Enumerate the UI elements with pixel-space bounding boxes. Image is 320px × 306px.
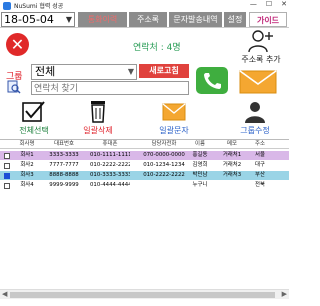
tab-call-history[interactable]: 통화이력	[78, 12, 127, 27]
chevron-down-icon: ▼	[65, 15, 72, 24]
table-cell: 회사3	[20, 172, 34, 178]
table-cell: 010-1234-1234	[143, 162, 185, 168]
contacts-table: 회사명 대표번호 휴대폰 담당자전화 이름 메모 주소 회사1 3333-3333…	[0, 139, 289, 279]
guide-button[interactable]: 가이드	[249, 12, 287, 27]
table-cell: 8888-8888	[49, 172, 79, 178]
mail-icon	[239, 70, 277, 94]
select-all-label: 전체선택	[19, 126, 49, 135]
tab-settings[interactable]: 설정	[224, 12, 246, 27]
column-header[interactable]: 대표번호	[45, 140, 83, 149]
contact-count: 연락처 : 4명	[133, 43, 181, 53]
table-row[interactable]: 회사3 8888-8888 010-3333-3333 010-2222-2222 박민…	[0, 171, 289, 180]
table-cell: 대구	[255, 162, 265, 168]
table-header: 회사명 대표번호 휴대폰 담당자전화 이름 메모 주소	[0, 140, 289, 149]
table-cell: 김영희	[192, 162, 208, 168]
tab-address-book[interactable]: 주소록	[129, 12, 167, 27]
table-cell: 거래처3	[222, 172, 242, 178]
table-cell: 홍길동	[192, 152, 208, 158]
send-sms-button[interactable]	[234, 68, 283, 95]
table-cell: 010-2222-2222	[90, 162, 130, 168]
column-header[interactable]: 메모	[220, 140, 244, 149]
window-controls: — ☐ ✕	[250, 0, 287, 8]
table-cell	[141, 181, 187, 190]
scroll-left-icon[interactable]: ◀	[2, 290, 7, 298]
table-cell: 서울	[255, 152, 265, 158]
select-all-button[interactable]: 전체선택	[14, 100, 54, 136]
table-cell: 010-4444-4444	[90, 182, 130, 188]
column-header[interactable]: 담당자전화	[141, 140, 187, 149]
table-cell: 010-3333-3333	[90, 172, 130, 178]
column-header[interactable]: 이름	[188, 140, 212, 149]
group-value: 전체	[35, 65, 56, 78]
scroll-right-icon[interactable]: ▶	[282, 290, 287, 298]
add-contact-button[interactable]: 주소록 추가	[234, 29, 288, 65]
window-titlebar: NuSumi 협력 성공 — ☐ ✕	[0, 0, 289, 11]
column-header[interactable]: 주소	[250, 140, 270, 149]
table-cell: 거래처1	[222, 152, 242, 158]
horizontal-scrollbar[interactable]: ◀ ▶	[0, 289, 289, 299]
row-checkbox[interactable]	[4, 183, 10, 189]
table-cell: 010-1111-1111	[90, 152, 130, 158]
edit-group-button[interactable]: 그룹수정	[235, 100, 275, 136]
checkbox-icon	[22, 101, 45, 122]
date-value: 18-05-04	[4, 13, 54, 26]
minimize-button[interactable]: —	[250, 0, 257, 8]
top-toolbar: 18-05-04 ▼ 통화이력 주소록 문자발송내역 설정 가이드	[0, 11, 289, 28]
table-cell: 9999-9999	[49, 182, 79, 188]
table-cell: 회사1	[20, 152, 34, 158]
tab-sms-history[interactable]: 문자발송내역	[169, 12, 222, 27]
table-cell: 거래처2	[222, 162, 242, 168]
table-cell	[220, 181, 244, 190]
column-header[interactable]: 휴대폰	[90, 140, 130, 149]
add-user-icon	[248, 30, 273, 53]
scrollbar-thumb[interactable]	[10, 292, 275, 298]
table-cell: 010-2222-2222	[143, 172, 185, 178]
search-input[interactable]	[31, 81, 189, 95]
table-cell: 회사4	[20, 182, 34, 188]
window-close-button[interactable]: ✕	[281, 0, 287, 8]
group-select[interactable]: 전체 ▼	[31, 64, 137, 80]
delete-all-label: 일괄삭제	[83, 126, 113, 135]
edit-group-label: 그룹수정	[240, 126, 270, 135]
add-contact-label: 주소록 추가	[241, 55, 281, 64]
table-cell: 누구니	[192, 182, 208, 188]
column-header[interactable]: 회사명	[14, 140, 40, 149]
table-cell: 박민남	[192, 172, 208, 178]
window-title: NuSumi 협력 성공	[14, 3, 64, 10]
delete-all-button[interactable]: 일괄삭제	[78, 100, 118, 136]
table-row[interactable]: 회사2 7777-7777 010-2222-2222 010-1234-1234 김영…	[0, 161, 289, 170]
call-button[interactable]	[196, 67, 228, 94]
maximize-button[interactable]: ☐	[266, 0, 272, 8]
table-row[interactable]: 회사4 9999-9999 010-4444-4444 누구니 전북	[0, 181, 289, 190]
refresh-button[interactable]: 새로고침	[139, 64, 189, 78]
bulk-sms-button[interactable]: 일괄문자	[151, 100, 197, 136]
table-cell: 전북	[255, 182, 265, 188]
bulk-sms-label: 일괄문자	[159, 126, 189, 135]
table-cell: 부산	[255, 172, 265, 178]
trash-icon	[91, 101, 105, 123]
date-select[interactable]: 18-05-04 ▼	[1, 12, 75, 27]
search-icon[interactable]	[7, 80, 21, 94]
close-icon[interactable]: ✕	[6, 33, 29, 56]
table-cell: 회사2	[20, 162, 34, 168]
app-icon	[3, 1, 11, 10]
table-cell: 070-0000-0000	[143, 152, 185, 158]
group-icon	[245, 102, 265, 123]
chevron-down-icon: ▼	[127, 67, 134, 76]
row-checkbox[interactable]	[4, 173, 10, 179]
mail-icon	[162, 103, 186, 121]
phone-icon	[204, 73, 221, 89]
row-checkbox[interactable]	[4, 153, 10, 159]
table-cell: 3333-3333	[49, 152, 79, 158]
table-cell: 7777-7777	[49, 162, 79, 168]
table-row[interactable]: 회사1 3333-3333 010-1111-1111 070-0000-0000 홍길…	[0, 151, 289, 160]
row-checkbox[interactable]	[4, 163, 10, 169]
